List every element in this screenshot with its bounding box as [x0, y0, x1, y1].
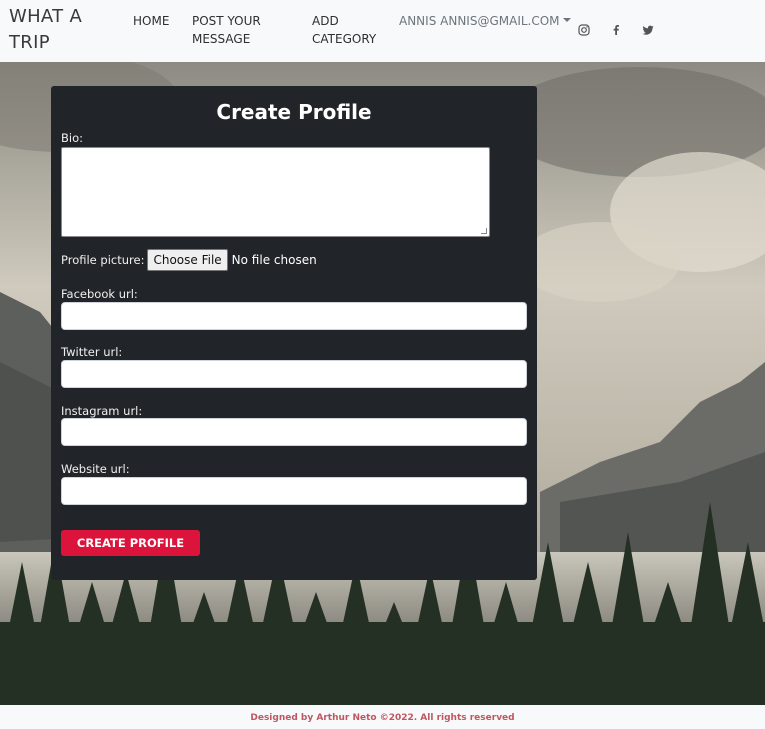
twitter-icon[interactable]: [641, 23, 655, 37]
facebook-url-input[interactable]: [61, 302, 527, 330]
page-title: Create Profile: [216, 100, 372, 124]
profile-picture-row: Profile picture: Choose File No file cho…: [61, 249, 317, 271]
navbar: WHAT A TRIP HOME POST YOUR MESSAGE ADD C…: [0, 0, 765, 62]
instagram-url-input[interactable]: [61, 418, 527, 446]
profile-picture-label: Profile picture:: [61, 253, 145, 267]
user-menu-label: ANNIS ANNIS@GMAIL.COM: [399, 14, 560, 28]
create-profile-card: Create Profile Bio: Profile picture: Cho…: [51, 86, 537, 580]
resize-grip-icon[interactable]: [481, 228, 487, 234]
facebook-url-label: Facebook url:: [61, 287, 138, 301]
website-url-label: Website url:: [61, 462, 130, 476]
facebook-icon[interactable]: [609, 23, 623, 37]
instagram-icon[interactable]: [577, 23, 591, 37]
nav-home[interactable]: HOME: [133, 12, 169, 30]
twitter-url-label: Twitter url:: [61, 345, 123, 359]
choose-file-button[interactable]: Choose File: [147, 249, 228, 271]
file-status: No file chosen: [231, 253, 317, 267]
brand-logo[interactable]: WHAT A TRIP: [9, 4, 109, 56]
footer-copyright: Designed by Arthur Neto ©2022. All right…: [250, 713, 515, 723]
user-menu-dropdown[interactable]: ANNIS ANNIS@GMAIL.COM: [399, 12, 571, 30]
twitter-url-input[interactable]: [61, 360, 527, 388]
chevron-down-icon: [562, 18, 571, 22]
nav-add-category[interactable]: ADD CATEGORY: [312, 12, 392, 48]
nav-post-message[interactable]: POST YOUR MESSAGE: [192, 12, 284, 48]
instagram-url-label: Instagram url:: [61, 404, 143, 418]
create-profile-button[interactable]: CREATE PROFILE: [61, 530, 200, 556]
footer: Designed by Arthur Neto ©2022. All right…: [0, 705, 765, 729]
bio-textarea[interactable]: [61, 147, 490, 237]
bio-label: Bio:: [61, 131, 83, 145]
website-url-input[interactable]: [61, 477, 527, 505]
